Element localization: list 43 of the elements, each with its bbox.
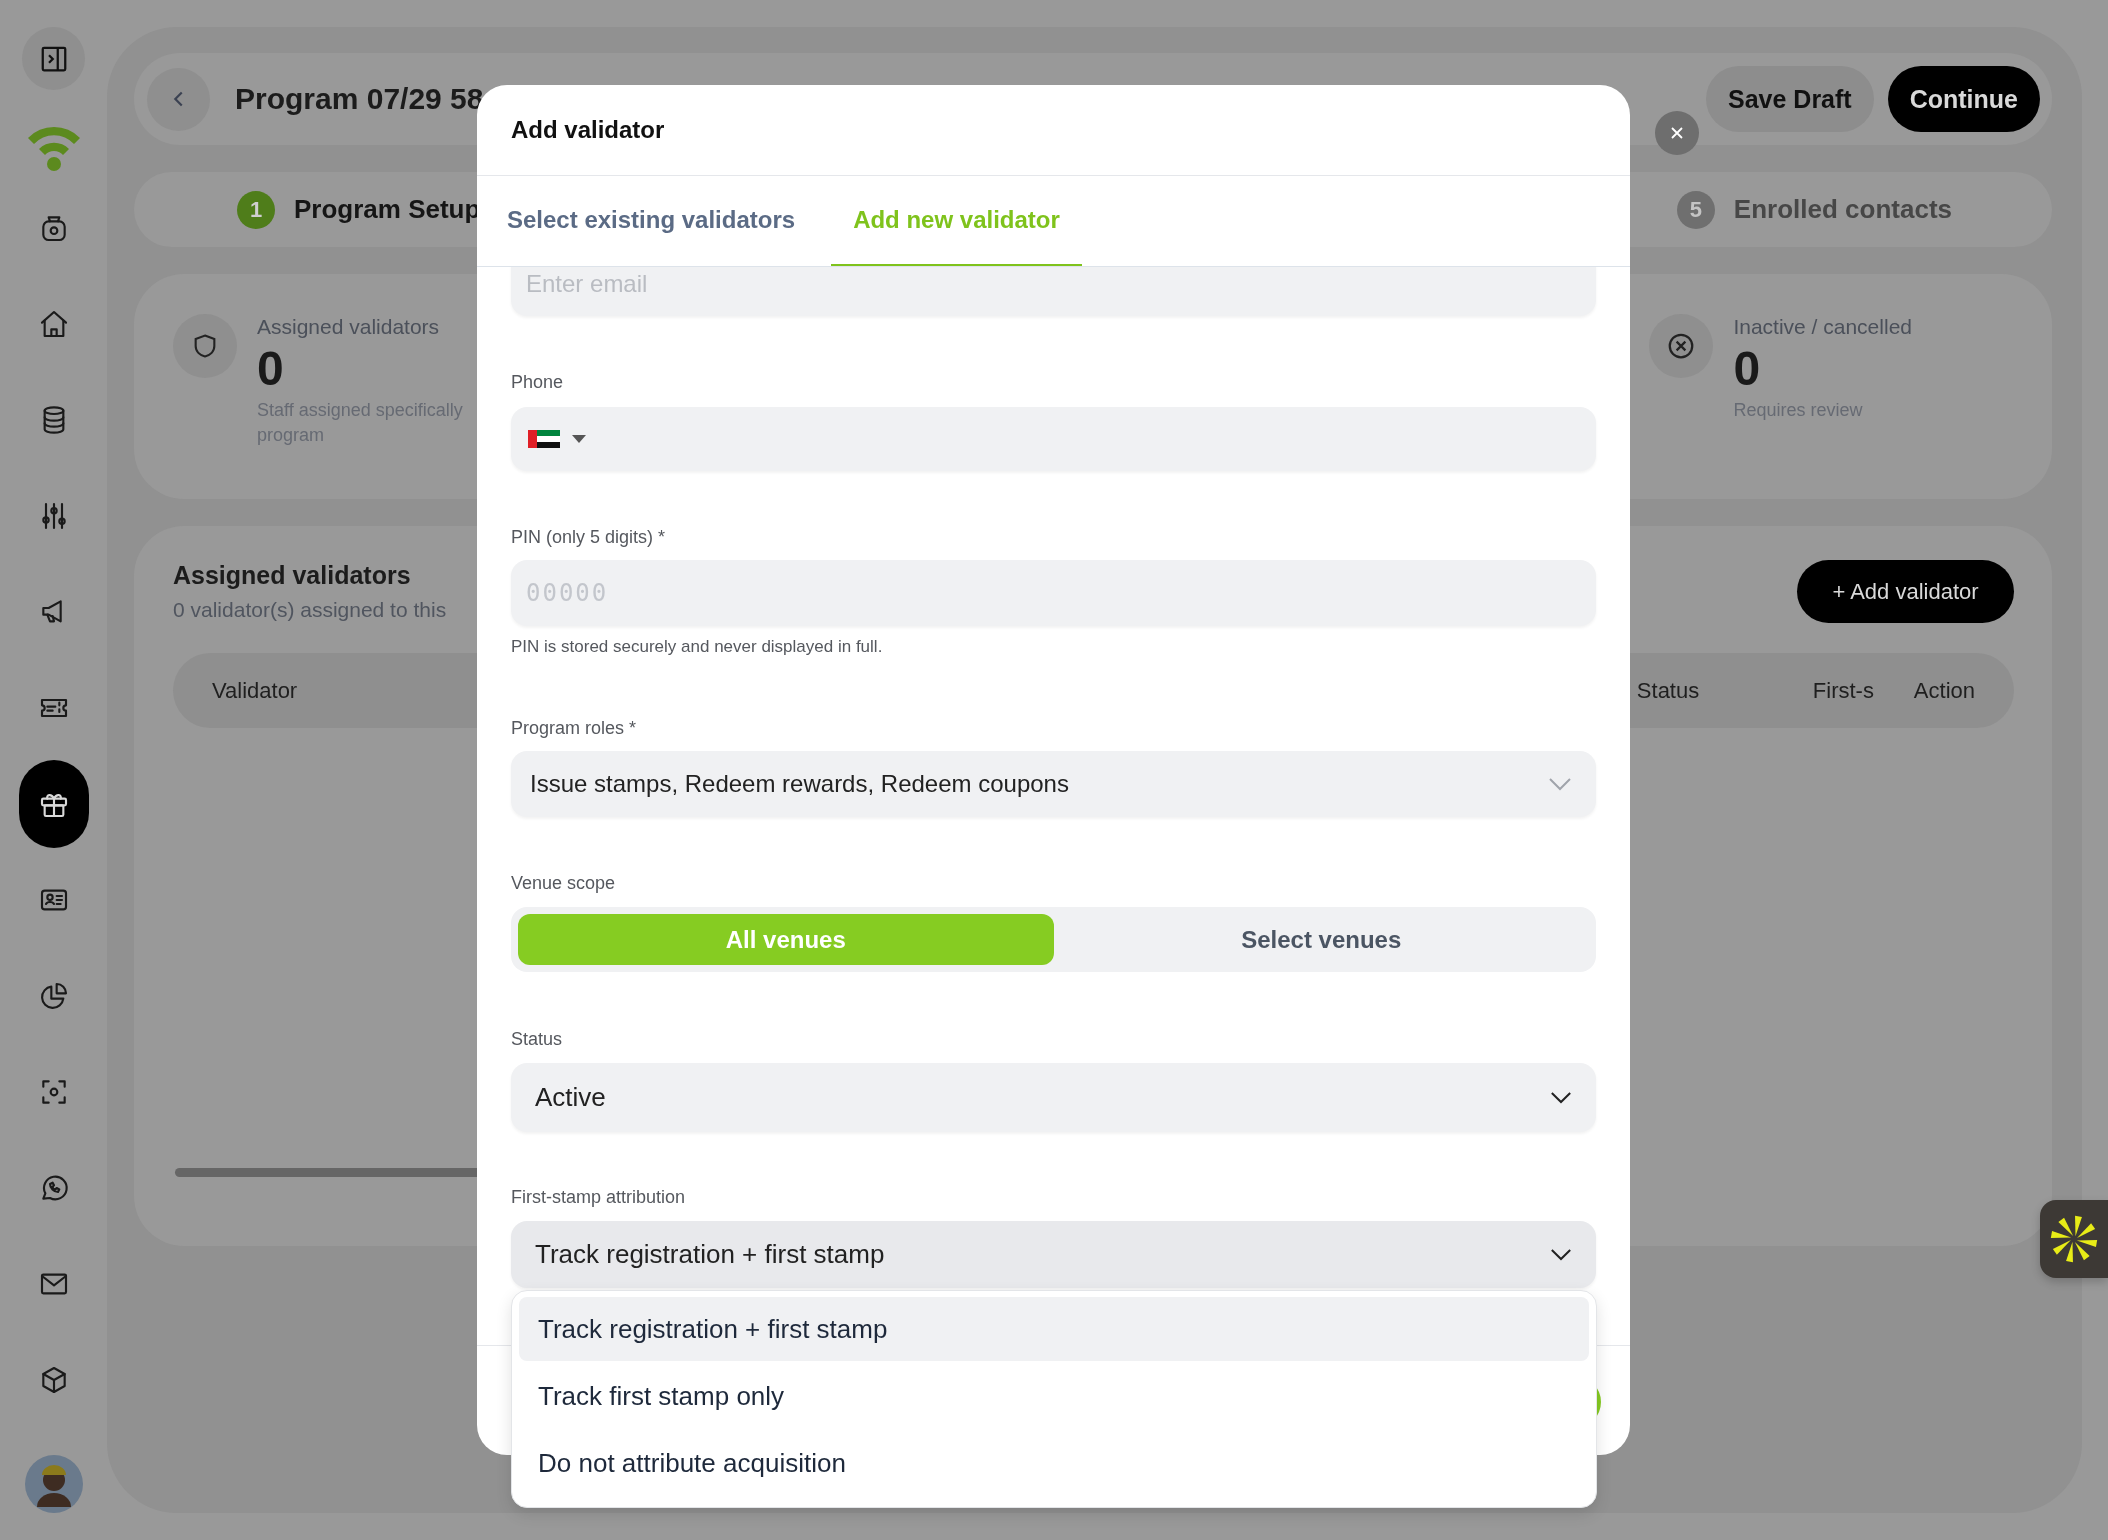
stat-title: Inactive / cancelled [1733, 314, 1912, 340]
phone-field[interactable] [511, 407, 1596, 471]
dropdown-option[interactable]: Track registration + first stamp [519, 1297, 1589, 1361]
save-draft-button[interactable]: Save Draft [1706, 66, 1874, 132]
add-validator-button[interactable]: + Add validator [1797, 560, 2014, 623]
section-subtitle: 0 validator(s) assigned to this [173, 598, 447, 622]
field-label: Program roles * [511, 717, 638, 739]
status-select[interactable]: Active [511, 1063, 1596, 1132]
segment-option[interactable]: Select venues [1053, 914, 1589, 965]
caret-icon [572, 435, 586, 443]
field-label: Venue scope [511, 872, 617, 894]
field-label: Status [511, 1028, 564, 1050]
field-label: PIN (only 5 digits) * [511, 526, 667, 548]
column-header: First-s [1812, 677, 1875, 704]
dropdown-option[interactable]: Do not attribute acquisition [519, 1431, 1589, 1495]
roles-select[interactable]: Issue stamps, Redeem rewards, Redeem coupons [511, 751, 1596, 817]
flag-icon [528, 430, 560, 448]
close-icon [1670, 126, 1684, 140]
field-hint: PIN is stored securely and never displayed in full. [511, 637, 884, 657]
modal-title: Add validator [511, 116, 665, 144]
section-title: Assigned validators [173, 561, 412, 590]
avatar[interactable] [24, 1455, 83, 1513]
column-header: Status [1636, 677, 1701, 704]
chevron-down-icon [1548, 777, 1572, 791]
step-number: 1 [237, 190, 275, 229]
step-label[interactable]: Program Setup [294, 194, 481, 225]
field-label: Phone [511, 371, 565, 393]
asterisk-icon [2049, 1214, 2099, 1264]
step-number: 5 [1676, 190, 1715, 229]
column-header: Validator [212, 677, 298, 704]
attribution-select[interactable]: Track registration + first stamp [511, 1221, 1596, 1288]
dropdown-option[interactable]: Track first stamp only [519, 1364, 1589, 1428]
field-label: First-stamp attribution [511, 1186, 687, 1208]
stat-value: 0 [257, 341, 285, 397]
column-header: Action [1913, 677, 1975, 704]
assistant-widget[interactable] [2040, 1200, 2108, 1278]
page-title: Program 07/29 58 [235, 82, 484, 116]
chevron-down-icon [1550, 1248, 1572, 1261]
stat-title: Assigned validators [257, 314, 441, 340]
tab[interactable]: Select existing validators [485, 176, 818, 266]
stat-value: 0 [1733, 341, 1762, 397]
chevron-down-icon [1550, 1091, 1572, 1104]
continue-button[interactable]: Continue [1887, 66, 2040, 132]
